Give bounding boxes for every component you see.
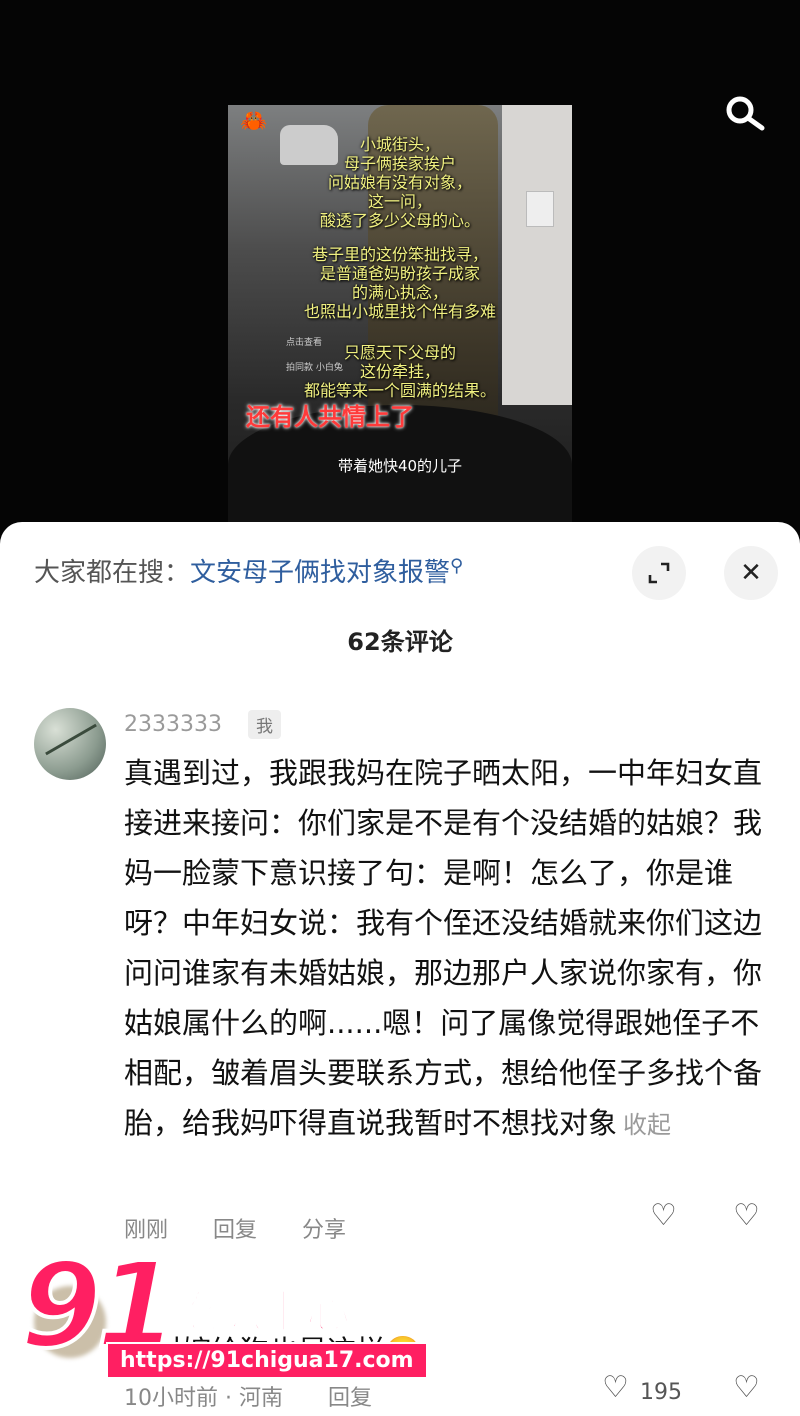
comment-count: 62条评论 xyxy=(347,628,453,656)
comment-text: 真遇到过，我跟我妈在院子晒太阳，一中年妇女直接进来接问：你们家是不是有个没结婚的… xyxy=(124,748,764,1150)
like-count: 195 xyxy=(640,1380,682,1405)
close-icon: ✕ xyxy=(740,558,762,588)
expand-button[interactable] xyxy=(632,546,686,600)
trending-search-prefix: 大家都在搜： xyxy=(34,558,191,588)
watermark-url: https://91chigua17.com xyxy=(106,1342,428,1379)
video-subtitle: 带着她快40的儿子 xyxy=(337,457,463,475)
like-icon[interactable]: ♡ xyxy=(602,1370,629,1405)
video-caption-3: 只愿天下父母的 这份牵挂， 都能等来一个圆满的结果。 xyxy=(303,343,496,400)
watermark-name: 吃瓜中心 xyxy=(173,1286,351,1339)
broken-heart-icon[interactable]: ♡ xyxy=(733,1198,760,1233)
trending-search[interactable]: 大家都在搜：文安母子俩找对象报警⚲ xyxy=(34,552,463,589)
video-frame: 🦀 小城街头， 母子俩挨家挨户 问姑娘有没有对象， 这一问， 酸透了多少父母的心… xyxy=(228,105,572,525)
channel-logo-icon: 🦀 xyxy=(240,109,268,134)
embedded-ui-text-2: 拍同款 小白兔 xyxy=(286,363,343,373)
me-badge: 我 xyxy=(248,710,281,739)
broken-heart-icon[interactable]: ♡ xyxy=(733,1370,760,1405)
comment-body: 真遇到过，我跟我妈在院子晒太阳，一中年妇女直接进来接问：你们家是不是有个没结婚的… xyxy=(124,756,763,1140)
expand-icon xyxy=(648,562,670,584)
video-player[interactable]: 🦀 小城街头， 母子俩挨家挨户 问姑娘有没有对象， 这一问， 酸透了多少父母的心… xyxy=(0,0,800,540)
collapse-link[interactable]: 收起 xyxy=(623,1111,671,1139)
embedded-ui-text-1: 点击查看 xyxy=(286,338,323,348)
video-highlight-text: 还有人共情上了 xyxy=(246,403,414,431)
close-button[interactable]: ✕ xyxy=(724,546,778,600)
search-icon[interactable] xyxy=(720,94,768,134)
small-search-icon: ⚲ xyxy=(450,555,464,577)
watermark-logo: 91 吃瓜中心 https://91chigua17.com xyxy=(18,1234,428,1396)
comment-username[interactable]: 2333333 xyxy=(124,712,222,737)
video-caption-1: 小城街头， 母子俩挨家挨户 问姑娘有没有对象， 这一问， 酸透了多少父母的心。 xyxy=(319,135,480,230)
avatar[interactable] xyxy=(34,708,106,780)
video-caption-2: 巷子里的这份笨拙找寻， 是普通爸妈盼孩子成家 的满心执念， 也照出小城里找个伴有… xyxy=(303,245,496,321)
like-icon[interactable]: ♡ xyxy=(650,1198,677,1233)
trending-search-query[interactable]: 文安母子俩找对象报警 xyxy=(190,558,450,588)
